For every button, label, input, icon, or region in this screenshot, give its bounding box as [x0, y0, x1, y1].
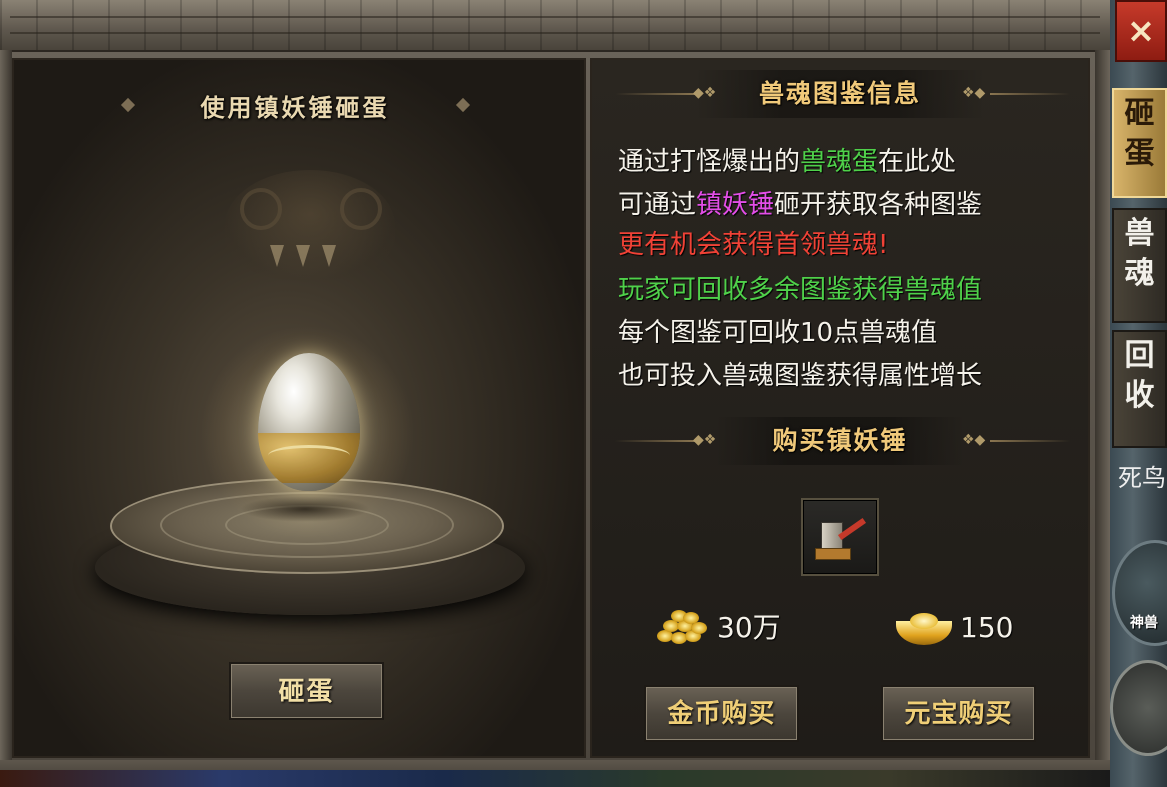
- hammer-item-slot[interactable]: [801, 498, 879, 576]
- tab-recycle[interactable]: 回收: [1112, 330, 1167, 448]
- info-line-3: 更有机会获得首领兽魂!: [618, 230, 889, 260]
- egg-highlight: 兽魂蛋: [800, 147, 879, 177]
- info-section-header: ◆❖ ❖◆ 兽魂图鉴信息: [605, 70, 1075, 118]
- demon-eye-right: [340, 188, 382, 230]
- info-section-title: 兽魂图鉴信息: [758, 79, 921, 108]
- egg-shadow: [240, 496, 370, 522]
- hammer-highlight: 镇妖锤: [696, 190, 775, 220]
- demon-tooth: [270, 245, 284, 267]
- buy-section-title: 购买镇妖锤: [772, 426, 908, 455]
- info-line-5: 每个图鉴可回收10点兽魂值: [618, 318, 938, 348]
- frame-top-border: [0, 0, 1110, 52]
- info-line-4: 玩家可回收多余图鉴获得兽魂值: [618, 275, 983, 305]
- gold-coin-icon: [655, 606, 709, 648]
- demon-tooth: [322, 245, 336, 267]
- egg-gold-band: [258, 433, 360, 483]
- info-line-2: 可通过镇妖锤砸开获取各种图鉴: [618, 190, 983, 220]
- frame-right-border: [1095, 50, 1110, 787]
- ingot-price: 150: [960, 611, 1014, 644]
- close-button[interactable]: ×: [1115, 0, 1167, 62]
- demon-tooth: [296, 245, 310, 267]
- left-panel-title: 使用镇妖锤砸蛋: [200, 93, 390, 122]
- ingot-buy-button[interactable]: 元宝购买: [881, 685, 1036, 742]
- divine-beast-label: 神兽: [1130, 615, 1158, 631]
- partial-side-text: 死鸟: [1118, 464, 1166, 492]
- tab-smash-egg[interactable]: 砸蛋: [1112, 88, 1167, 198]
- left-title-bar: 使用镇妖锤砸蛋: [120, 88, 470, 128]
- info-line-1: 通过打怪爆出的兽魂蛋在此处: [618, 147, 957, 177]
- info-line-6: 也可投入兽魂图鉴获得属性增长: [618, 361, 983, 391]
- gold-price: 30万: [717, 611, 781, 644]
- demon-eye-left: [240, 188, 282, 230]
- frame-left-border: [0, 50, 12, 787]
- bottom-game-strip: [0, 770, 1110, 787]
- gold-buy-button[interactable]: 金币购买: [644, 685, 799, 742]
- ingot-icon: [896, 609, 952, 647]
- tab-beast-soul[interactable]: 兽魂: [1112, 208, 1167, 323]
- smash-egg-button[interactable]: 砸蛋: [229, 662, 384, 720]
- buy-section-header: ◆❖ ❖◆ 购买镇妖锤: [605, 417, 1075, 465]
